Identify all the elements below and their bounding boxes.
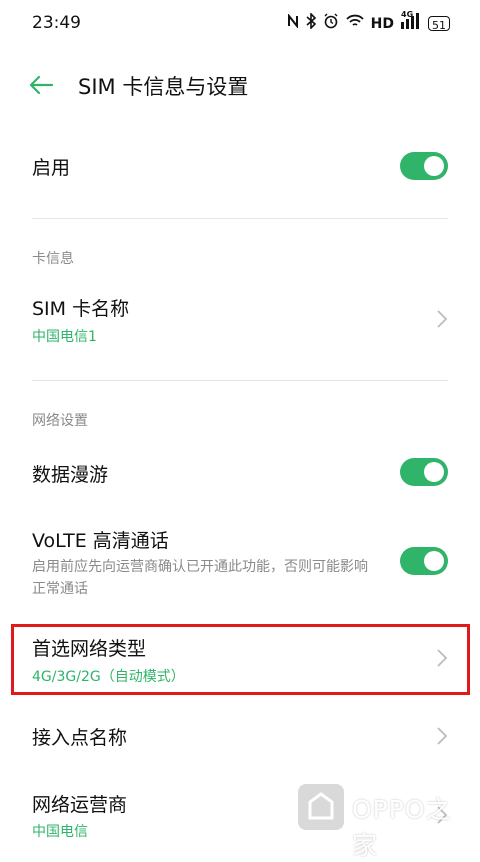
- highlight-box: [11, 624, 470, 695]
- header: SIM 卡信息与设置: [0, 58, 480, 112]
- toggle-knob: [424, 462, 444, 482]
- carrier-label: 网络运营商: [32, 794, 128, 816]
- watermark-text: OPPO之家: [352, 795, 452, 860]
- section-card-info: 卡信息: [32, 251, 74, 267]
- enable-label: 启用: [32, 157, 71, 179]
- apn-label: 接入点名称: [32, 727, 128, 749]
- section-network: 网络设置: [32, 413, 88, 429]
- chevron-right-icon: [437, 727, 448, 745]
- battery-icon: 51: [428, 16, 450, 32]
- back-button[interactable]: [28, 72, 54, 98]
- hd-icon: HD: [370, 15, 394, 32]
- bluetooth-icon: [306, 12, 316, 34]
- divider: [32, 218, 448, 219]
- volte-label: VoLTE 高清通话: [32, 530, 169, 552]
- nfc-icon: [287, 13, 299, 33]
- back-arrow-icon: [29, 75, 54, 95]
- volte-description: 启用前应先向运营商确认已开通此功能，否则可能影响正常通话: [32, 559, 368, 597]
- enable-toggle[interactable]: [400, 152, 448, 180]
- watermark: OPPO之家: [298, 776, 468, 860]
- wifi-icon: [346, 14, 364, 33]
- divider: [32, 380, 448, 381]
- toggle-knob: [424, 551, 444, 571]
- volte-toggle[interactable]: [400, 547, 448, 575]
- roaming-label: 数据漫游: [32, 464, 109, 486]
- toggle-knob: [424, 156, 444, 176]
- sim-name-label: SIM 卡名称: [32, 298, 130, 320]
- carrier-value: 中国电信: [32, 824, 88, 840]
- roaming-toggle[interactable]: [400, 458, 448, 486]
- status-time: 23:49: [32, 13, 81, 33]
- status-icons: HD 4G 51: [287, 10, 450, 34]
- signal-icon: 4G: [401, 10, 421, 34]
- alarm-icon: [323, 13, 339, 34]
- sim-name-value: 中国电信1: [32, 329, 97, 345]
- status-bar: 23:49 HD 4G 51: [0, 0, 480, 48]
- chevron-right-icon: [437, 310, 448, 328]
- watermark-logo-icon: [298, 784, 344, 830]
- page-title: SIM 卡信息与设置: [78, 75, 249, 99]
- network-type: 4G: [401, 10, 414, 19]
